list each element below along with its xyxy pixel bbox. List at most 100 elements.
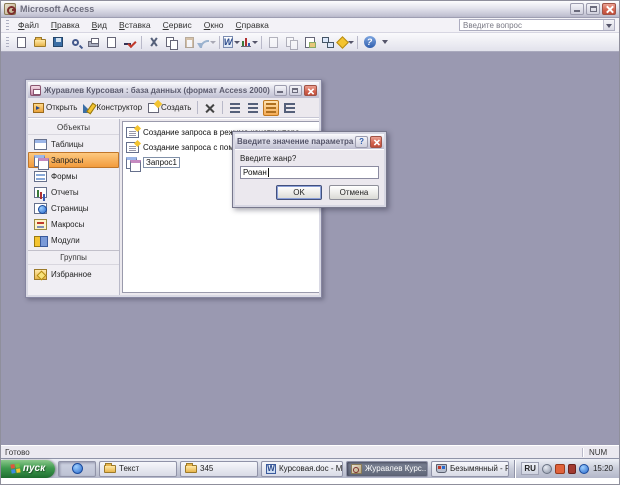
dialog-help-icon[interactable]: ?	[355, 135, 368, 148]
analyze-icon[interactable]	[241, 34, 258, 50]
db-maximize-button[interactable]	[289, 84, 302, 96]
windows-flag-icon	[10, 463, 21, 474]
pages-icon	[34, 202, 47, 214]
print-preview-icon[interactable]	[103, 34, 120, 50]
dialog-close-icon[interactable]	[369, 135, 382, 148]
folder-icon	[185, 462, 197, 473]
copy-icon[interactable]	[163, 34, 180, 50]
access-window: Microsoft Access Файл Правка Вид Вставка…	[1, 1, 619, 458]
menu-window[interactable]: Окно	[198, 18, 230, 32]
objects-sidebar: Объекты Таблицы Запросы Формы Отчеты Стр…	[28, 119, 120, 295]
folder-icon	[104, 462, 116, 473]
open-icon[interactable]	[31, 34, 48, 50]
script-icon[interactable]	[283, 34, 300, 50]
design-icon	[83, 103, 94, 113]
undo-icon[interactable]	[196, 34, 216, 50]
taskbar-clock: 15:20	[592, 464, 613, 473]
taskbar: пуск Текст 345 W Курсовая.doc - M... Жур…	[1, 458, 619, 478]
menubar: Файл Правка Вид Вставка Сервис Окно Спра…	[1, 18, 619, 33]
minimize-button[interactable]	[570, 3, 584, 15]
print-icon[interactable]	[85, 34, 102, 50]
menu-help[interactable]: Справка	[230, 18, 275, 32]
help-icon[interactable]: ?	[361, 34, 378, 50]
menu-insert[interactable]: Вставка	[113, 18, 157, 32]
large-icons-button[interactable]	[227, 100, 243, 116]
menu-file[interactable]: Файл	[12, 18, 45, 32]
taskbar-button-access-active[interactable]: Журавлев Курс...	[346, 460, 428, 477]
macro-icon	[34, 218, 47, 230]
database-titlebar: Журавлев Курсовая : база данных (формат …	[28, 82, 319, 98]
paste-icon[interactable]	[181, 34, 198, 50]
form-icon	[34, 170, 47, 182]
taskbar-button-345[interactable]: 345	[180, 460, 258, 477]
db-close-button[interactable]	[304, 84, 317, 96]
db-minimize-button[interactable]	[274, 84, 287, 96]
sidebar-item-forms[interactable]: Формы	[28, 168, 119, 184]
tray-volume-icon[interactable]	[578, 463, 589, 474]
taskbar-button-browser[interactable]	[58, 460, 96, 477]
cancel-button[interactable]: Отмена	[329, 185, 379, 200]
database-title: Журавлев Курсовая : база данных (формат …	[44, 85, 270, 95]
small-icons-button[interactable]	[245, 100, 261, 116]
sidebar-item-tables[interactable]: Таблицы	[28, 136, 119, 152]
delete-button[interactable]	[202, 100, 218, 116]
menu-view[interactable]: Вид	[86, 18, 113, 32]
sidebar-item-favorites[interactable]: Избранное	[28, 266, 119, 282]
start-button[interactable]: пуск	[1, 459, 55, 478]
menu-edit[interactable]: Правка	[45, 18, 86, 32]
design-button[interactable]: Конструктор	[81, 102, 144, 114]
sidebar-item-macros[interactable]: Макросы	[28, 216, 119, 232]
sidebar-item-queries[interactable]: Запросы	[28, 152, 119, 170]
favorites-folder-icon	[34, 268, 47, 280]
menu-drag-handle[interactable]	[6, 20, 9, 30]
design-wizard-icon	[126, 127, 139, 138]
sidebar-item-pages[interactable]: Страницы	[28, 200, 119, 216]
save-icon[interactable]	[49, 34, 66, 50]
tray-agent-icon[interactable]	[554, 463, 565, 474]
open-object-button[interactable]: Открыть	[31, 102, 79, 114]
properties-icon[interactable]	[301, 34, 318, 50]
taskbar-button-paint[interactable]: Безымянный - Paint	[431, 460, 509, 477]
spelling-icon[interactable]	[121, 34, 138, 50]
menu-tools[interactable]: Сервис	[157, 18, 198, 32]
word-icon: W	[266, 463, 276, 474]
details-view-button[interactable]	[281, 100, 297, 116]
tray-status-icon[interactable]	[541, 463, 552, 474]
ok-button[interactable]: OK	[276, 185, 322, 200]
toolbar-separator	[219, 35, 220, 49]
module-icon	[34, 235, 48, 247]
taskbar-button-tekst[interactable]: Текст	[99, 460, 177, 477]
dialog-titlebar: Введите значение параметра ?	[235, 134, 384, 149]
maximize-button[interactable]	[586, 3, 600, 15]
new-object-icon[interactable]	[335, 34, 354, 50]
paint-icon	[436, 464, 447, 473]
database-toolbar: Открыть Конструктор Создать	[28, 98, 319, 118]
language-indicator[interactable]: RU	[521, 462, 539, 475]
new-icon[interactable]	[13, 34, 30, 50]
code-icon[interactable]	[265, 34, 282, 50]
tray-app-icon[interactable]	[567, 463, 576, 474]
open-object-icon	[33, 102, 44, 113]
toolbar-options-icon[interactable]	[381, 34, 389, 50]
taskbar-button-word[interactable]: W Курсовая.doc - M...	[261, 460, 343, 477]
relationships-icon[interactable]	[319, 34, 336, 50]
close-button[interactable]	[602, 3, 616, 15]
dialog-body: Введите жанр? Роман OK Отмена	[235, 149, 384, 205]
ask-question-box[interactable]: Введите вопрос	[459, 19, 615, 31]
parameter-prompt: Введите жанр?	[240, 154, 297, 163]
create-button[interactable]: Создать	[146, 102, 193, 114]
sidebar-item-modules[interactable]: Модули	[28, 232, 119, 248]
toolbar-drag-handle[interactable]	[6, 37, 9, 47]
cut-icon[interactable]	[145, 34, 162, 50]
list-view-button[interactable]	[263, 99, 280, 116]
parameter-input[interactable]: Роман	[240, 166, 379, 179]
chevron-down-icon[interactable]	[603, 20, 614, 30]
file-search-icon[interactable]	[67, 34, 84, 50]
bottom-margin	[1, 478, 619, 484]
status-ready: Готово	[5, 447, 30, 457]
office-links-icon[interactable]: W	[222, 34, 241, 50]
toolbar-separator	[141, 35, 142, 49]
sidebar-item-reports[interactable]: Отчеты	[28, 184, 119, 200]
dialog-title: Введите значение параметра	[237, 137, 354, 146]
parameter-dialog: Введите значение параметра ? Введите жан…	[232, 131, 387, 208]
